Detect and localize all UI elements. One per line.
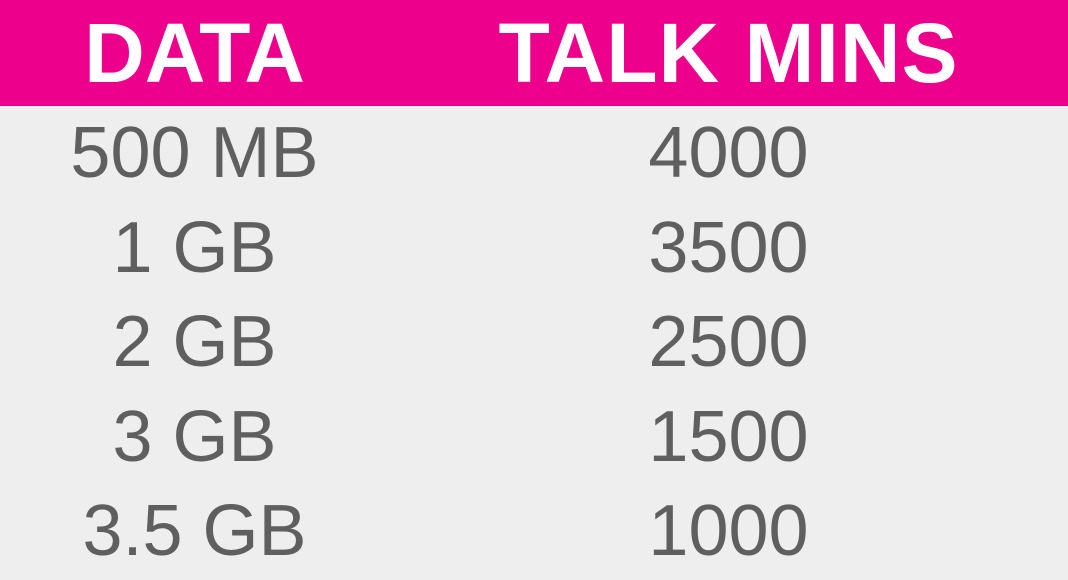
header-talk-mins: TALK MINS xyxy=(498,6,959,100)
table-header: DATA TALK MINS xyxy=(0,0,1068,106)
plans-table: DATA TALK MINS 500 MB 4000 1 GB 3500 2 G… xyxy=(0,0,1068,580)
table-row: 2 GB 2500 xyxy=(0,295,1068,390)
talk-mins-cell: 3500 xyxy=(648,207,809,288)
talk-mins-cell: 2500 xyxy=(648,302,809,383)
header-data: DATA xyxy=(84,6,305,100)
data-cell: 3 GB xyxy=(112,396,277,477)
table-body: 500 MB 4000 1 GB 3500 2 GB 2500 3 GB 150… xyxy=(0,106,1068,579)
data-cell: 2 GB xyxy=(112,302,277,383)
table-row: 500 MB 4000 xyxy=(0,106,1068,201)
talk-mins-cell: 1000 xyxy=(648,491,809,572)
data-cell: 3.5 GB xyxy=(82,491,307,572)
table-row: 3.5 GB 1000 xyxy=(0,484,1068,579)
talk-mins-cell: 4000 xyxy=(648,113,809,194)
talk-mins-cell: 1500 xyxy=(648,396,809,477)
table-row: 3 GB 1500 xyxy=(0,390,1068,485)
table-row: 1 GB 3500 xyxy=(0,201,1068,296)
data-cell: 500 MB xyxy=(70,113,319,194)
data-cell: 1 GB xyxy=(112,207,277,288)
